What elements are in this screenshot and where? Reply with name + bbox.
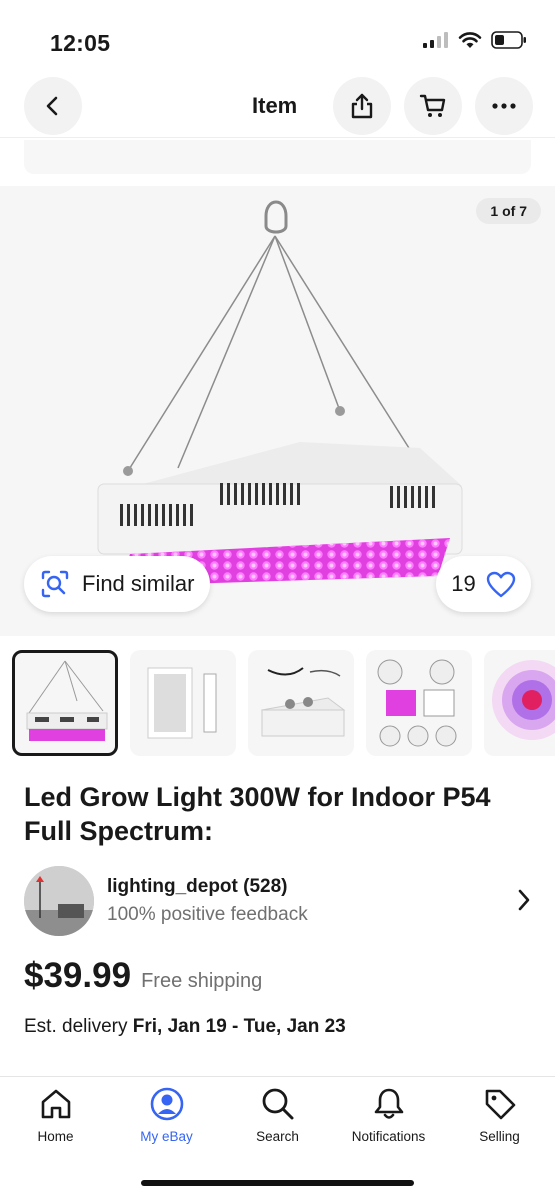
delivery-prefix: Est. delivery [24,1016,133,1037]
tab-my-ebay-label: My eBay [140,1129,193,1144]
back-button[interactable] [24,77,82,135]
seller-name: lighting_depot (528) [107,876,288,897]
watch-button[interactable]: 19 [436,556,531,612]
thumbnail-image [377,659,457,747]
share-icon [351,93,373,119]
thumbnail-image [492,660,555,740]
wifi-icon [458,31,482,48]
chevron-left-icon [46,96,58,116]
tab-home[interactable]: Home [0,1087,111,1157]
battery-icon [491,31,526,49]
tag-icon [485,1089,515,1120]
thumbnail-image [260,667,346,737]
status-icons [423,31,527,49]
thumbnail-5[interactable] [484,650,555,756]
watch-count: 19 [451,571,476,596]
delivery-dates: Fri, Jan 19 - Tue, Jan 23 [132,1016,346,1037]
share-button[interactable] [333,77,391,135]
more-options-button[interactable] [475,77,533,135]
status-time: 12:05 [50,30,111,56]
tab-search-label: Search [256,1129,299,1144]
status-bar: 12:05 [0,0,555,80]
thumbnail-3[interactable] [248,650,354,756]
thumbnail-2[interactable] [130,650,236,756]
bell-icon [374,1088,403,1119]
tab-selling[interactable]: Selling [444,1087,555,1157]
tab-notifications-label: Notifications [351,1129,426,1144]
cart-icon [419,94,446,117]
seller-avatar [24,866,94,936]
visual-search-icon [41,570,69,598]
item-price: $39.99 [24,956,132,995]
home-icon [41,1089,70,1119]
thumbnail-4[interactable] [366,650,472,756]
shipping-info: Free shipping [141,970,263,992]
item-title: Led Grow Light 300W for Indoor P54 Full … [24,782,491,846]
find-similar-button[interactable]: Find similar [24,556,211,612]
nav-bar: Item [0,76,555,138]
thumbnail-strip[interactable] [12,650,555,756]
cart-button[interactable] [404,77,462,135]
find-similar-label: Find similar [82,571,195,596]
more-horizontal-icon [492,103,516,109]
heart-icon [486,571,515,597]
image-counter: 1 of 7 [476,198,541,224]
thumbnail-1[interactable] [12,650,118,756]
search-icon [262,1088,293,1120]
page-title-text: Item [252,93,298,118]
tab-my-ebay[interactable]: My eBay [111,1087,222,1157]
signal-icon [423,32,448,48]
tab-notifications[interactable]: Notifications [333,1087,444,1157]
tab-home-label: Home [37,1129,74,1144]
top-banner-strip [24,140,531,174]
home-indicator [141,1180,414,1186]
seller-info[interactable]: lighting_depot (528) 100% positive feedb… [24,866,531,936]
price-row: $39.99 Free shipping [24,956,262,996]
user-icon [150,1087,183,1121]
image-gallery[interactable]: 1 of 7 Find similar 19 [0,186,555,636]
seller-feedback: 100% positive feedback [107,904,308,925]
chevron-right-icon [518,889,530,911]
estimated-delivery: Est. delivery Fri, Jan 19 - Tue, Jan 23 [24,1016,346,1038]
thumbnail-image [147,667,217,739]
tab-selling-label: Selling [479,1129,520,1144]
tab-search[interactable]: Search [222,1087,333,1157]
thumbnail-image [26,660,108,741]
